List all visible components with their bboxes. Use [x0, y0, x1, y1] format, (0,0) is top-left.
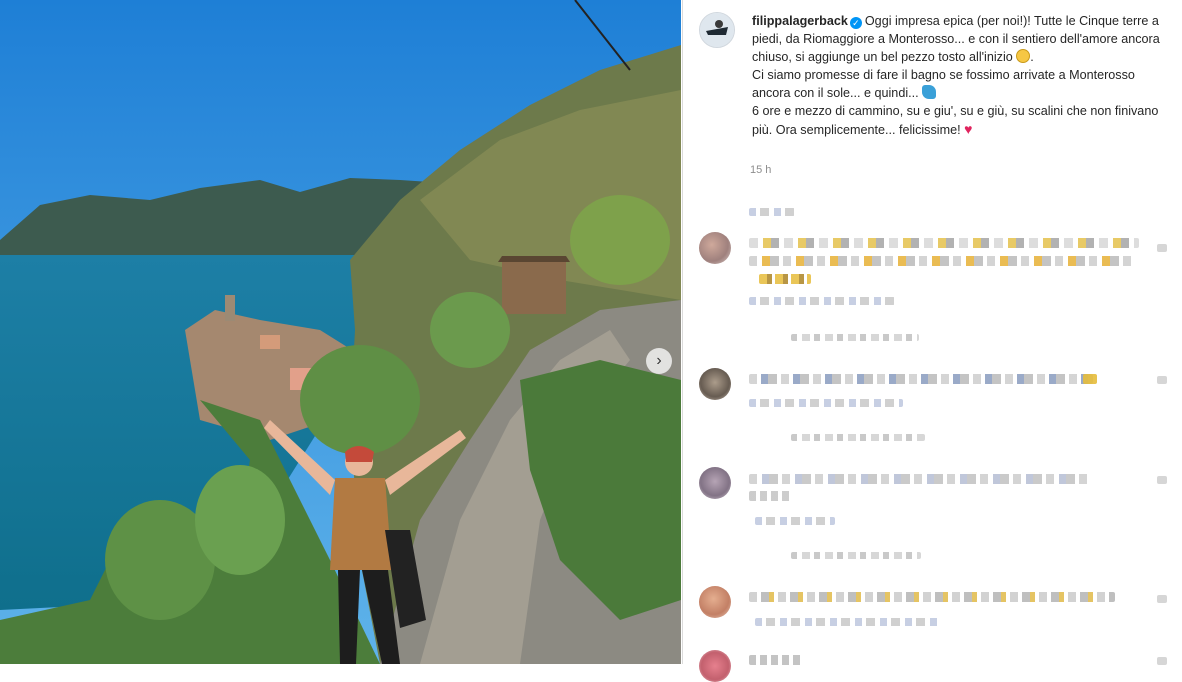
chevron-right-icon: ›	[656, 352, 662, 369]
view-replies-link[interactable]	[791, 552, 921, 559]
blurred-label	[749, 208, 795, 216]
blurred-comment-text	[749, 592, 1115, 602]
like-heart-icon[interactable]	[1157, 476, 1167, 484]
post-photo	[0, 0, 681, 664]
comment-avatar[interactable]	[699, 650, 731, 682]
caption-line-2: Ci siamo promesse di fare il bagno se fo…	[752, 68, 1135, 100]
like-heart-icon[interactable]	[1157, 595, 1167, 603]
blurred-comment-text	[749, 256, 1133, 266]
view-replies-link[interactable]	[791, 434, 925, 441]
comment-avatar[interactable]	[699, 467, 731, 499]
comment-meta	[749, 297, 895, 305]
comment-meta	[749, 399, 903, 407]
post-caption: filippalagerback ✓ Oggi impresa epica (per…	[699, 12, 1169, 139]
comment-avatar[interactable]	[699, 232, 731, 264]
comment-avatar[interactable]	[699, 586, 731, 618]
caption-text: filippalagerback ✓ Oggi impresa epica (per…	[752, 14, 1160, 137]
blurred-comment-text	[749, 474, 1091, 484]
username-link[interactable]: filippalagerback	[752, 14, 848, 28]
grinning-sweat-emoji	[1016, 49, 1031, 63]
verified-badge-icon: ✓	[849, 17, 862, 29]
blurred-comment-text	[759, 274, 811, 284]
next-image-button[interactable]: ›	[646, 348, 672, 374]
comment-meta	[755, 618, 941, 626]
blurred-comment-text	[1083, 374, 1097, 384]
red-heart-emoji: ♥	[964, 121, 973, 137]
comment-meta	[755, 517, 835, 525]
like-heart-icon[interactable]	[1157, 376, 1167, 384]
blurred-comment-text	[749, 374, 1093, 384]
post-timestamp[interactable]: 15 h	[750, 164, 771, 176]
blurred-comment-text	[749, 491, 793, 501]
caption-line-3: 6 ore e mezzo di cammino, su e giu', su …	[752, 104, 1159, 137]
view-replies-link[interactable]	[791, 334, 919, 341]
avatar[interactable]	[699, 12, 735, 48]
comment-avatar[interactable]	[699, 368, 731, 400]
water-wave-emoji	[922, 85, 937, 99]
post-side-panel: filippalagerback ✓ Oggi impresa epica (per…	[682, 0, 1182, 682]
like-heart-icon[interactable]	[1157, 244, 1167, 252]
blurred-comment-text	[749, 238, 1139, 248]
